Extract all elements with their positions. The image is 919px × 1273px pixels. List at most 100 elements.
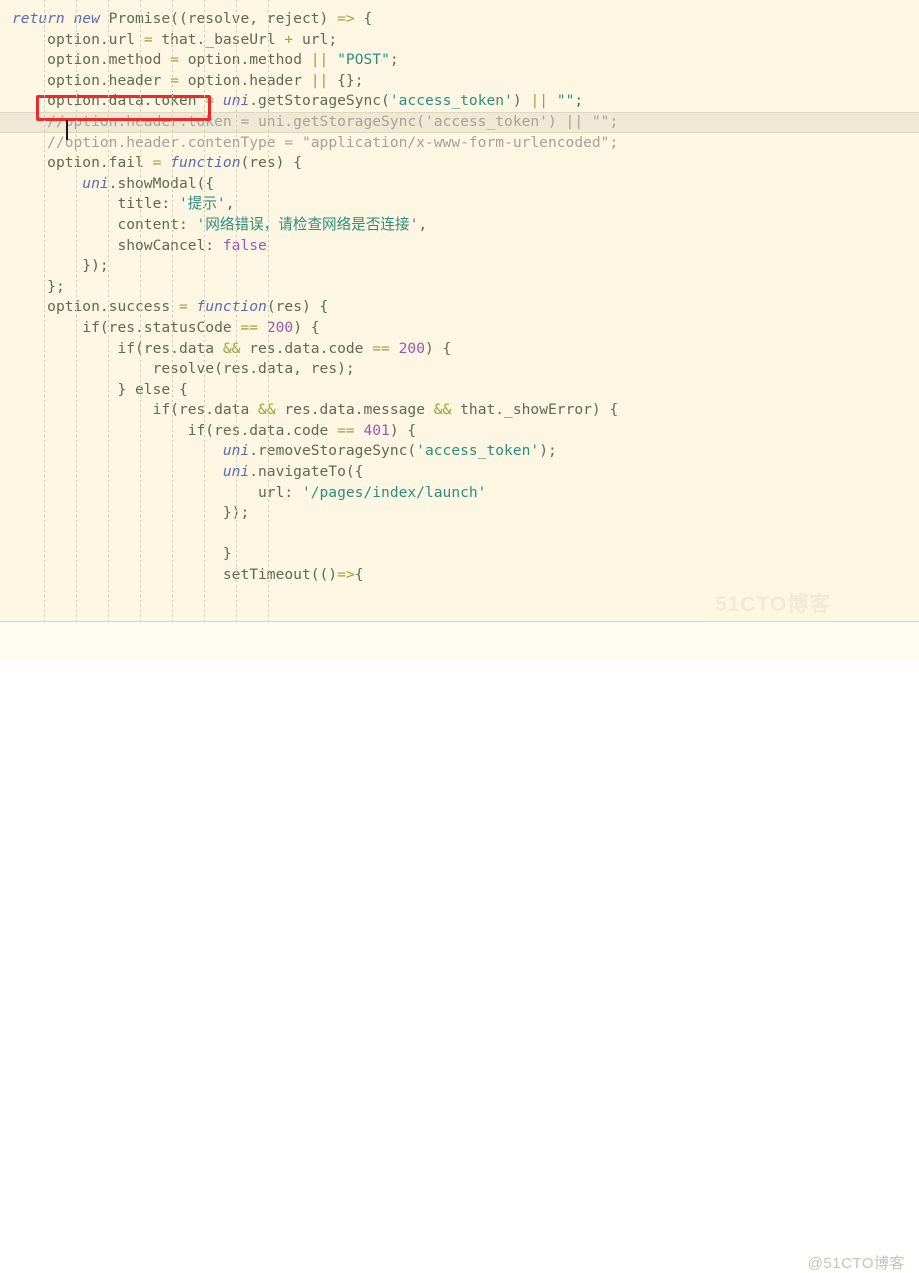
code-token-plain: ) xyxy=(512,92,531,110)
code-line[interactable]: uni.removeStorageSync('access_token'); xyxy=(0,441,919,462)
code-line[interactable]: if(res.statusCode == 200) { xyxy=(0,318,919,339)
code-line[interactable]: showCancel: false xyxy=(0,236,919,257)
code-line[interactable]: url: '/pages/index/launch' xyxy=(0,483,919,504)
code-line[interactable]: content: '网络错误，请检查网络是否连接', xyxy=(0,215,919,236)
code-editor-pane[interactable]: return new Promise((resolve, reject) => … xyxy=(0,0,919,621)
code-token-cmt: //option.header.token = uni.getStorageSy… xyxy=(47,112,619,130)
code-token-plain: ; xyxy=(389,51,399,69)
code-token-kw: return xyxy=(12,10,65,27)
code-token-plain: , xyxy=(418,215,428,233)
code-line[interactable]: }); xyxy=(0,503,919,524)
code-token-plain: .removeStorageSync( xyxy=(249,442,417,460)
code-token-plain: option.url xyxy=(47,30,144,48)
code-line[interactable]: }; xyxy=(0,277,919,298)
code-line[interactable]: } else { xyxy=(0,380,919,401)
code-token-plain: }); xyxy=(82,257,109,275)
text-caret xyxy=(66,120,68,140)
code-content[interactable]: return new Promise((resolve, reject) => … xyxy=(0,0,919,586)
code-line[interactable] xyxy=(0,524,919,545)
code-token-op: = xyxy=(143,30,153,48)
code-token-kw: uni xyxy=(82,174,109,192)
code-line[interactable]: setTimeout(()=>{ xyxy=(0,565,919,586)
code-token-kw: uni xyxy=(222,92,250,110)
code-line[interactable]: option.data.token = uni.getStorageSync('… xyxy=(0,91,919,112)
code-token-plain: ) { xyxy=(293,318,320,336)
code-line[interactable]: option.success = function(res) { xyxy=(0,297,919,318)
code-token-op: || xyxy=(310,51,329,69)
code-line[interactable]: option.fail = function(res) { xyxy=(0,153,919,174)
code-line[interactable]: if(res.data && res.data.code == 200) { xyxy=(0,339,919,360)
code-token-plain: {}; xyxy=(328,71,364,89)
code-token-op: == xyxy=(337,421,355,439)
code-line[interactable]: if(res.data && res.data.message && that.… xyxy=(0,400,919,421)
code-token-plain: res.data.code xyxy=(240,339,373,357)
code-token-op: = xyxy=(170,51,179,69)
code-line[interactable]: return new Promise((resolve, reject) => … xyxy=(0,9,919,30)
code-token-plain: url; xyxy=(293,30,338,48)
code-token-kw: new xyxy=(73,10,100,27)
code-token-plain: ; xyxy=(574,92,584,110)
code-line[interactable]: title: '提示', xyxy=(0,194,919,215)
code-token-plain: } else { xyxy=(117,380,188,398)
code-line[interactable]: option.url = that._baseUrl + url; xyxy=(0,30,919,51)
code-token-plain: { xyxy=(354,566,364,584)
code-token-plain: if(res.data xyxy=(117,339,223,357)
code-token-str: '网络错误，请检查网络是否连接' xyxy=(196,215,419,233)
code-token-plain: showCancel: xyxy=(117,236,223,254)
code-token-plain: if(res.statusCode xyxy=(82,318,241,336)
code-line[interactable]: //option.header.contenType = "applicatio… xyxy=(0,133,919,154)
code-token-num: false xyxy=(222,236,267,254)
code-line[interactable]: }); xyxy=(0,256,919,277)
code-token-plain: option.success xyxy=(47,298,179,316)
code-token-op: || xyxy=(530,92,549,110)
code-token-op: = xyxy=(205,92,215,110)
code-token-num: 200 xyxy=(266,318,294,336)
code-token-op: => xyxy=(337,566,355,584)
code-line[interactable]: uni.navigateTo({ xyxy=(0,462,919,483)
code-token-plain: .getStorageSync( xyxy=(249,92,390,110)
code-token-plain: Promise((resolve, reject) xyxy=(99,10,338,27)
code-line[interactable]: //option.header.token = uni.getStorageSy… xyxy=(0,111,919,133)
code-token-op: = xyxy=(170,71,179,89)
code-token-plain: { xyxy=(354,10,373,27)
code-line[interactable]: option.header = option.header || {}; xyxy=(0,71,919,92)
code-token-plain: option.header xyxy=(47,71,171,89)
code-token-op: = xyxy=(178,298,188,316)
code-token-str: "POST" xyxy=(337,51,390,69)
code-token-num: 401 xyxy=(363,421,390,439)
code-token-plain: that._baseUrl xyxy=(152,30,285,48)
code-token-plain: ) { xyxy=(424,339,452,357)
code-token-plain: }; xyxy=(47,277,65,295)
code-token-op: && xyxy=(222,339,241,357)
code-token-str: 'access_token' xyxy=(389,92,513,110)
code-line[interactable]: resolve(res.data, res); xyxy=(0,359,919,380)
code-token-op: => xyxy=(337,10,355,27)
code-token-op: && xyxy=(258,401,276,419)
code-line[interactable]: if(res.data.code == 401) { xyxy=(0,421,919,442)
code-line[interactable]: uni.showModal({ xyxy=(0,174,919,195)
code-token-num: 200 xyxy=(398,339,425,357)
code-line[interactable]: option.method = option.method || "POST"; xyxy=(0,50,919,71)
code-token-plain: option.header xyxy=(178,71,311,89)
code-line[interactable]: } xyxy=(0,544,919,565)
